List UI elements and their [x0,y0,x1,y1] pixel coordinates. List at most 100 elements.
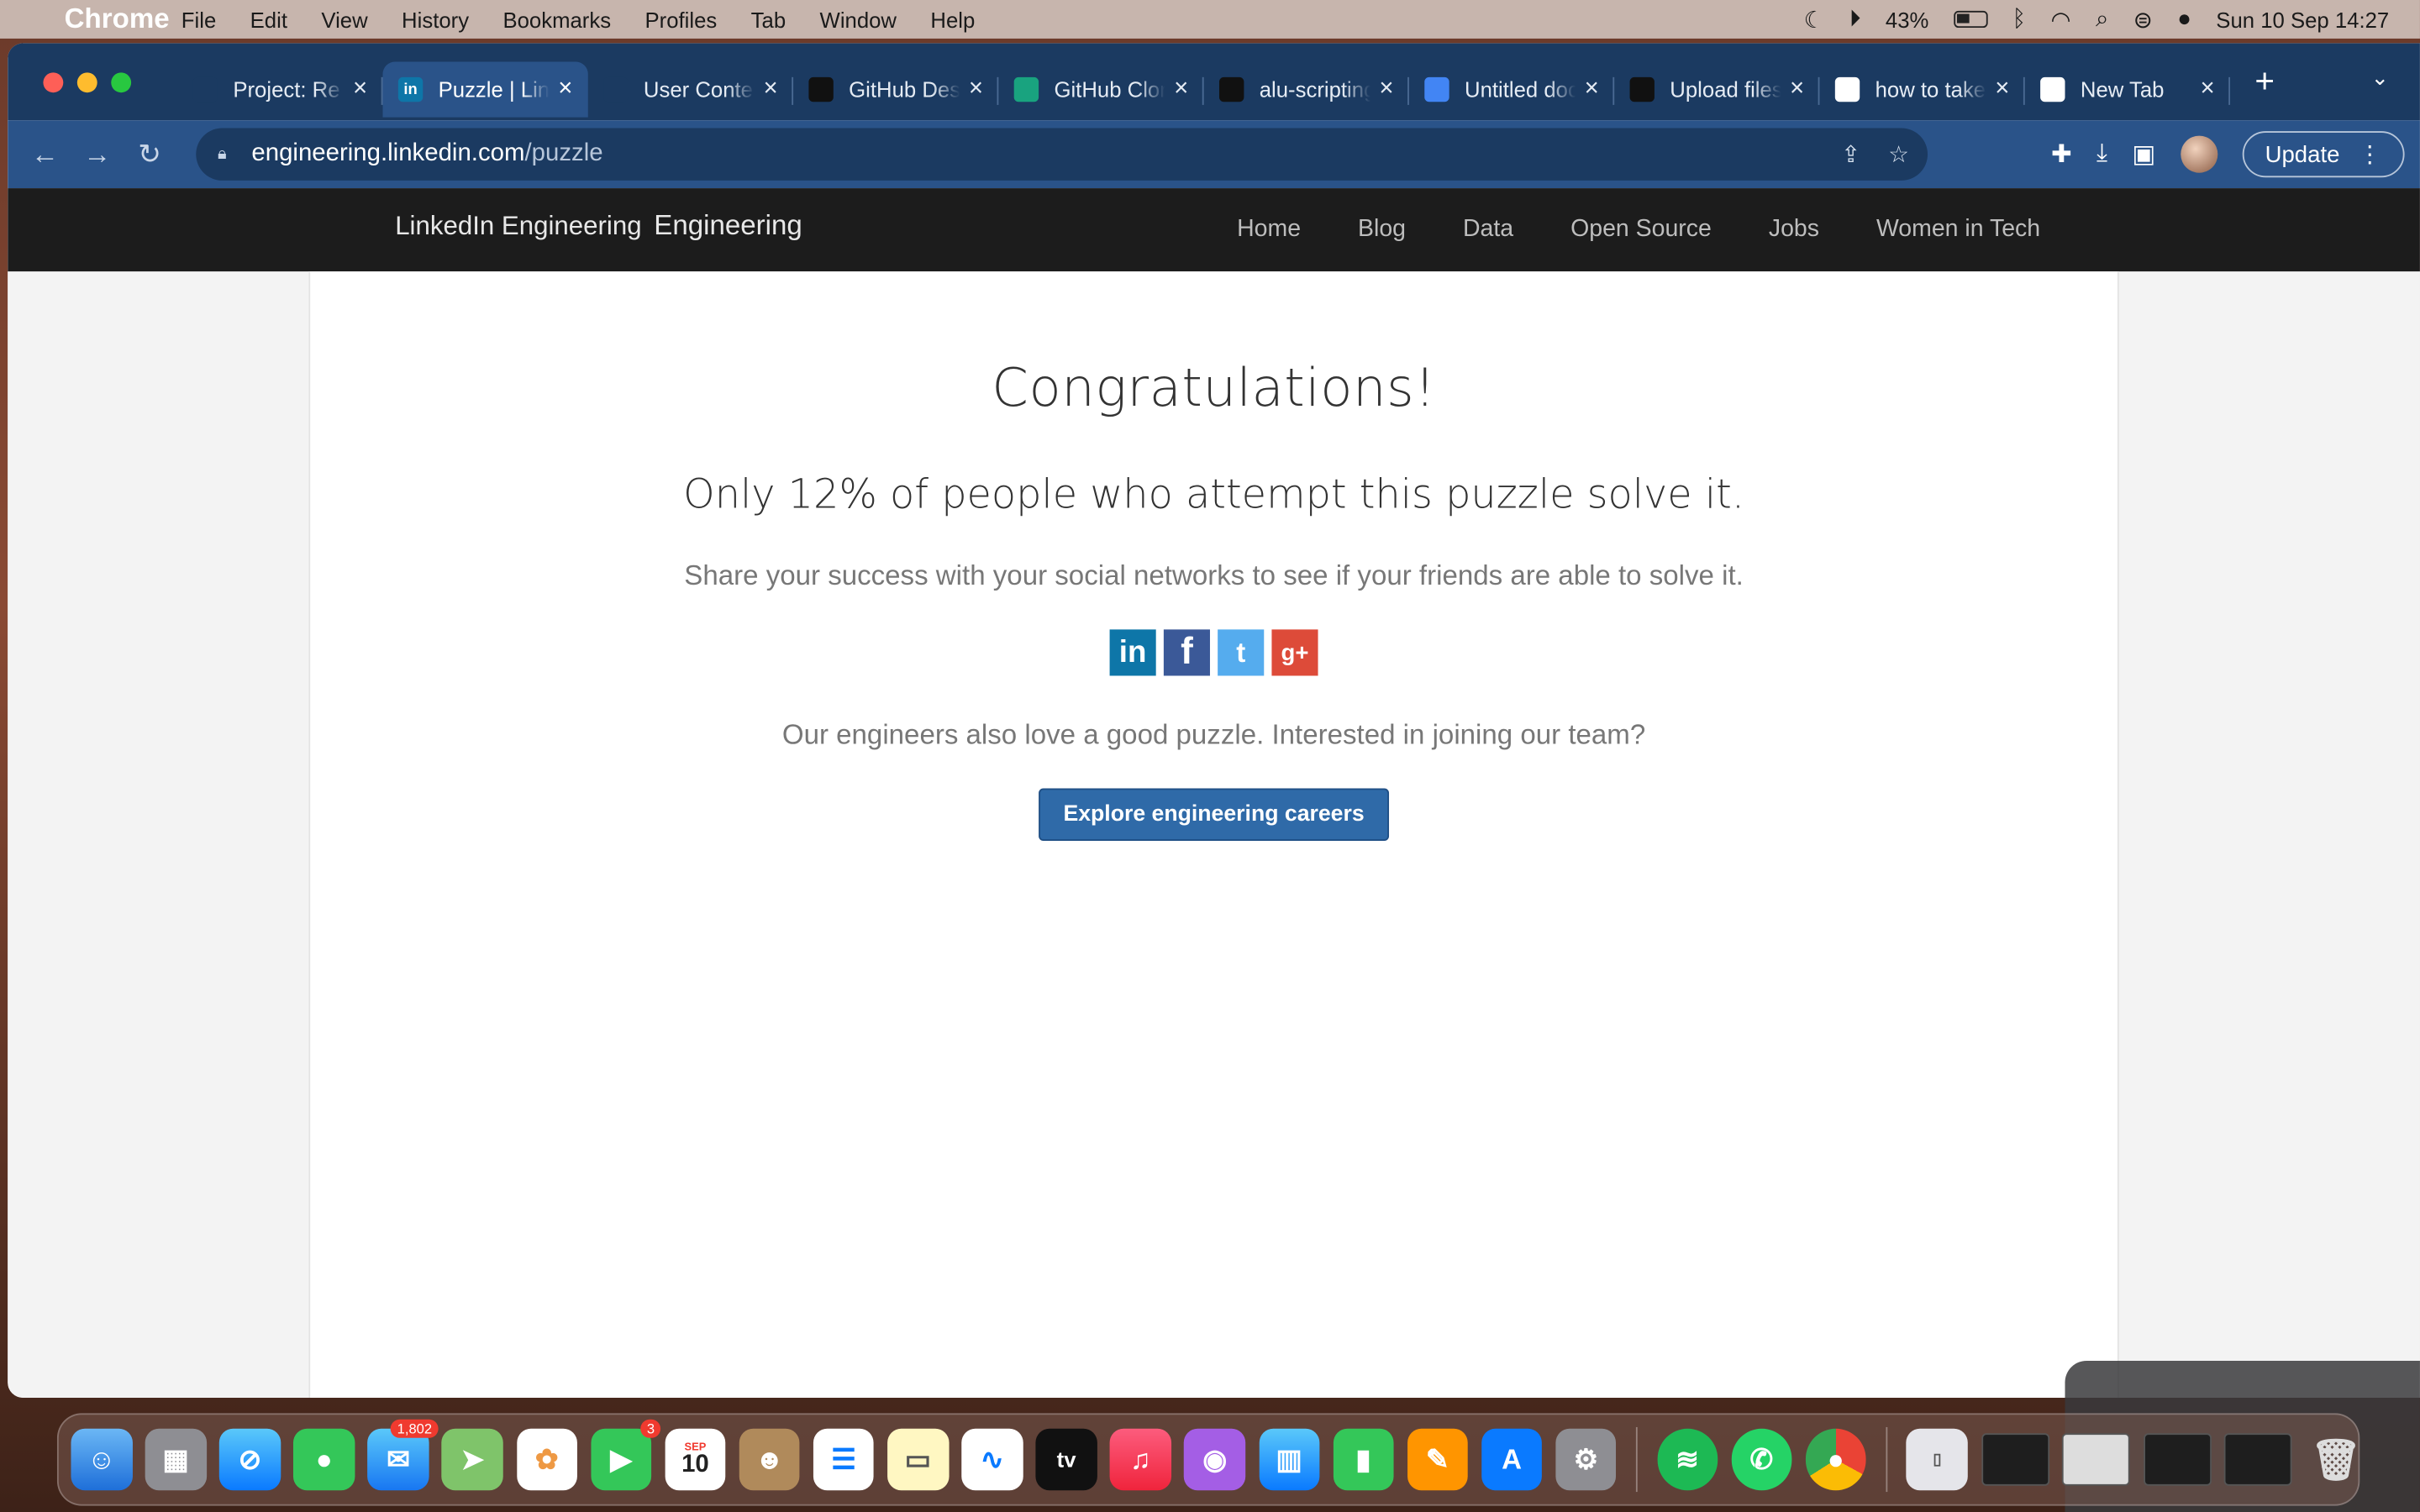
safari-icon[interactable]: ⊘ [219,1429,281,1490]
nav-women-in-tech[interactable]: Women in Tech [1876,216,2040,244]
now-playing-icon[interactable]: ⏵ [1849,6,1861,32]
minimized-window-thumbnail[interactable] [2143,1433,2212,1486]
downloads-icon[interactable]: ⤓ [2096,140,2107,168]
forward-button[interactable]: → [71,138,123,171]
freeform-icon[interactable]: ∿ [961,1429,1023,1490]
back-button[interactable]: ← [18,138,71,171]
menu-help[interactable]: Help [930,7,975,31]
lock-icon[interactable]: 🔒︎ [218,145,233,164]
battery-icon[interactable] [1953,10,1988,29]
zoom-window-button[interactable] [111,71,132,92]
browser-tab[interactable]: New Tab × [2025,61,2231,117]
minimized-window-thumbnail[interactable] [2224,1433,2293,1486]
system-settings-icon[interactable]: ⚙ [1555,1429,1617,1490]
photos-icon[interactable]: ✿ [516,1429,578,1490]
site-logo[interactable]: LinkedIn Engineering Engineering [395,210,802,243]
browser-tab[interactable]: GitHub Desktop × [793,61,999,117]
new-tab-button[interactable]: + [2254,61,2275,102]
spotify-icon[interactable]: ≋ [1656,1429,1718,1490]
notes-icon[interactable]: ▭ [887,1429,949,1490]
reload-button[interactable]: ↻ [124,138,176,171]
close-tab-icon[interactable]: × [1995,76,2009,103]
minimize-window-button[interactable] [76,71,97,92]
menu-profiles[interactable]: Profiles [645,7,718,31]
tab-search-chevron-icon[interactable]: ⌄ [2371,65,2390,91]
close-tab-icon[interactable]: × [1790,76,1804,103]
address-bar[interactable]: 🔒︎ engineering.linkedin.com/puzzle ⇪ ☆ [196,128,1928,181]
google-plus-share-icon[interactable]: g+ [1271,629,1318,676]
numbers-icon[interactable]: ▮ [1333,1429,1394,1490]
messages-icon[interactable]: ● [293,1429,355,1490]
nav-home[interactable]: Home [1237,216,1301,244]
facebook-share-icon[interactable]: f [1163,629,1210,676]
menu-window[interactable]: Window [820,7,897,31]
browser-tab[interactable]: Untitled document × [1409,61,1615,117]
nav-open-source[interactable]: Open Source [1570,216,1712,244]
close-tab-icon[interactable]: × [764,76,778,103]
focus-moon-icon[interactable]: ☾ [1804,5,1825,33]
close-tab-icon[interactable]: × [969,76,983,103]
menubar-clock[interactable]: Sun 10 Sep 14:27 [2216,7,2389,31]
close-tab-icon[interactable]: × [353,76,367,103]
menu-edit[interactable]: Edit [250,7,287,31]
keynote-icon[interactable]: ▥ [1258,1429,1320,1490]
close-tab-icon[interactable]: × [1585,76,1599,103]
kebab-menu-icon[interactable]: ⋮ [2358,140,2381,168]
nav-blog[interactable]: Blog [1358,216,1406,244]
contacts-icon[interactable]: ☻ [739,1429,801,1490]
music-icon[interactable]: ♫ [1110,1429,1171,1490]
chrome-icon [2040,76,2065,102]
wifi-icon[interactable]: ◠ [2051,5,2071,33]
close-window-button[interactable] [43,71,64,92]
trash-icon[interactable]: 🗑︎ [2306,1429,2367,1490]
side-panel-icon[interactable]: ▣ [2132,139,2155,170]
twitter-share-icon[interactable]: t [1218,629,1265,676]
chrome-icon[interactable]: ● [1805,1429,1867,1490]
minimized-window-thumbnail[interactable] [2062,1433,2130,1486]
zip-archive-icon[interactable]: ▯ [1907,1429,1968,1490]
share-icon[interactable]: ⇪ [1841,140,1860,168]
app-store-icon[interactable]: A [1481,1429,1543,1490]
explore-careers-button[interactable]: Explore engineering careers [1039,788,1390,842]
close-tab-icon[interactable]: × [558,76,572,103]
facetime-icon[interactable]: ▶ 3 [590,1420,661,1490]
extensions-puzzle-icon[interactable]: ✚ [2051,139,2072,170]
menu-history[interactable]: History [402,7,469,31]
browser-tab[interactable]: how to take × [1819,61,2025,117]
close-tab-icon[interactable]: × [1174,76,1188,103]
bluetooth-icon[interactable]: ᛒ [2012,6,2027,32]
profile-avatar[interactable] [2180,135,2217,173]
close-tab-icon[interactable]: × [1379,76,1393,103]
browser-tab[interactable]: User Content × [588,61,794,117]
siri-icon[interactable]: ● [2177,6,2191,32]
menu-file[interactable]: File [182,7,216,31]
control-center-icon[interactable]: ⊜ [2133,5,2153,33]
maps-icon[interactable]: ➤ [442,1429,503,1490]
whatsapp-icon[interactable]: ✆ [1731,1429,1792,1490]
pages-icon[interactable]: ✎ [1407,1429,1469,1490]
browser-tab[interactable]: Upload files × [1614,61,1820,117]
browser-tab[interactable]: Project: Re × [177,61,383,117]
apple-tv-icon[interactable]: tv [1035,1429,1097,1490]
close-tab-icon[interactable]: × [2201,76,2215,103]
update-button[interactable]: Update ⋮ [2242,131,2405,178]
reminders-icon[interactable]: ☰ [813,1429,875,1490]
linkedin-share-icon[interactable]: in [1109,629,1156,676]
menu-view[interactable]: View [321,7,367,31]
mail-icon[interactable]: ✉ 1,802 [367,1420,439,1490]
menu-app-name[interactable]: Chrome [65,0,170,50]
calendar-icon[interactable]: SEP 10 [665,1429,726,1490]
browser-tab[interactable]: GitHub Clone × [998,61,1204,117]
minimized-window-thumbnail[interactable] [1981,1433,2049,1486]
spotlight-search-icon[interactable]: ⌕ [2096,6,2108,32]
podcasts-icon[interactable]: ◉ [1184,1429,1246,1490]
finder-icon[interactable]: ☺ [71,1429,133,1490]
menu-tab[interactable]: Tab [751,7,786,31]
browser-tab[interactable]: in Puzzle | LinkedIn × [382,61,588,118]
nav-data[interactable]: Data [1463,216,1513,244]
nav-jobs[interactable]: Jobs [1769,216,1819,244]
menu-bookmarks[interactable]: Bookmarks [502,7,611,31]
launchpad-icon[interactable]: ▦ [145,1429,207,1490]
browser-tab[interactable]: alu-scripting × [1204,61,1409,117]
bookmark-star-icon[interactable]: ☆ [1888,140,1909,168]
